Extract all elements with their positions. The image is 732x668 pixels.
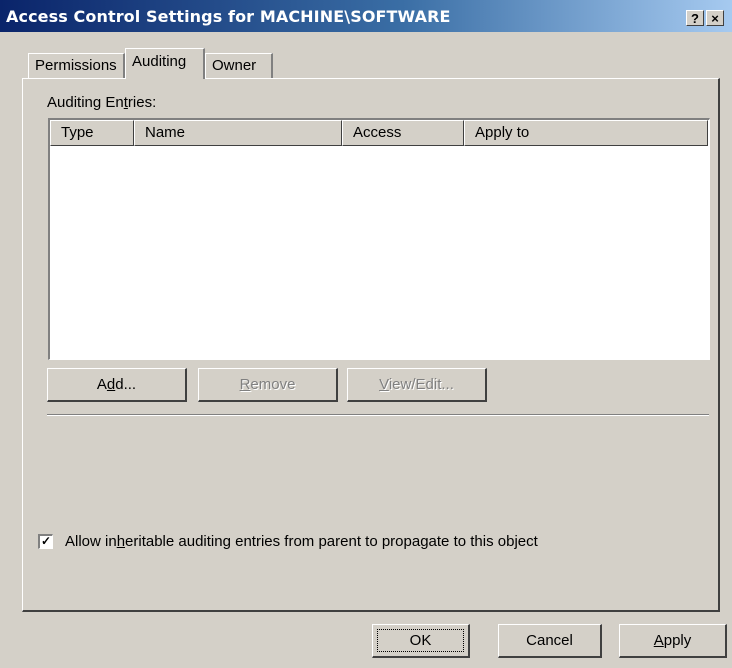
view-edit-button[interactable]: View/Edit... (347, 368, 487, 402)
tab-permissions[interactable]: Permissions (28, 53, 125, 79)
focus-rectangle (377, 629, 464, 652)
auditing-entries-label: Auditing Entries: (47, 94, 157, 111)
tab-auditing-label: Auditing (132, 53, 187, 70)
inherit-checkbox-label[interactable]: Allow inheritable auditing entries from … (65, 533, 538, 550)
separator-line (47, 414, 709, 416)
auditing-entries-list[interactable]: Type Name Access Apply to (48, 118, 710, 360)
column-header-apply-to[interactable]: Apply to (464, 120, 708, 146)
help-button[interactable]: ? (686, 10, 704, 26)
apply-button[interactable]: Apply (619, 624, 727, 658)
inherit-checkbox[interactable]: ✓ (38, 534, 53, 549)
cancel-button[interactable]: Cancel (498, 624, 602, 658)
tab-permissions-label: Permissions (35, 57, 117, 74)
tab-owner[interactable]: Owner (205, 53, 273, 79)
close-button[interactable]: × (706, 10, 724, 26)
tab-auditing[interactable]: Auditing (125, 48, 205, 79)
tab-owner-label: Owner (212, 57, 257, 74)
help-icon: ? (691, 11, 699, 26)
column-header-type[interactable]: Type (50, 120, 134, 146)
cancel-button-label: Cancel (526, 632, 573, 649)
close-icon: × (711, 11, 719, 26)
checkmark-icon: ✓ (40, 534, 52, 548)
ok-button[interactable]: OK (372, 624, 470, 658)
title-bar: Access Control Settings for MACHINE\SOFT… (0, 0, 732, 32)
remove-button[interactable]: Remove (198, 368, 338, 402)
window-title: Access Control Settings for MACHINE\SOFT… (6, 7, 451, 26)
column-header-name[interactable]: Name (134, 120, 342, 146)
add-button[interactable]: Add... (47, 368, 187, 402)
column-header-access[interactable]: Access (342, 120, 464, 146)
